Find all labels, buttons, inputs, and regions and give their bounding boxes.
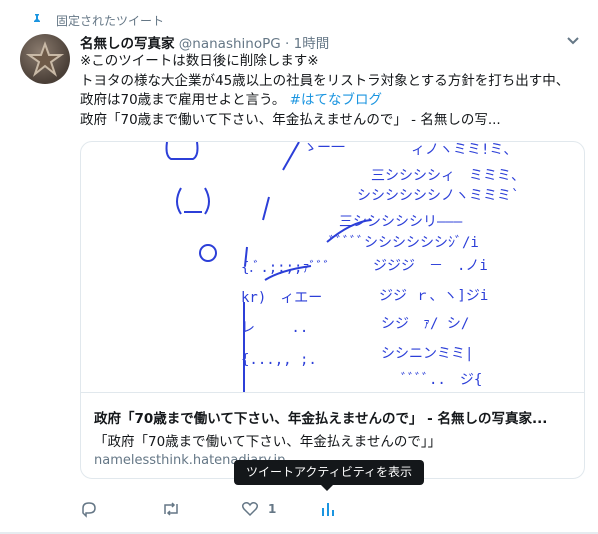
timestamp[interactable]: 1時間 xyxy=(294,36,330,52)
retweet-icon xyxy=(164,502,178,516)
user-handle[interactable]: @nanashinoPG xyxy=(179,36,281,52)
like-count: 1 xyxy=(268,502,277,516)
hashtag-link[interactable]: #はてなブログ xyxy=(290,92,382,108)
avatar[interactable] xyxy=(20,34,70,84)
tweet-line-2: トヨタの様な大企業が45歳以上の社員をリストラ対象とする方針を打ち出す中、 xyxy=(80,72,570,89)
tweet-header: 名無しの写真家 @nanashinoPG · 1時間 xyxy=(80,32,329,52)
card-image: ゝー一 ィノヽミミ!ミ、 三シシシシィ ミミミ、 シシシシシシノヽミミミ` 三シ… xyxy=(81,142,584,392)
analytics-icon xyxy=(322,503,334,516)
analytics-tooltip: ツイートアクティビティを表示 xyxy=(234,460,424,485)
heart-icon xyxy=(241,502,259,517)
pinned-tweet-label: 固定されたツイート xyxy=(34,12,165,29)
separator-dot: · xyxy=(285,36,290,52)
svg-text:ィノヽミミ!ミ、: ィノヽミミ!ミ、 xyxy=(411,142,517,158)
svg-text:{.ﾞ.;;;;ｧﾞﾞﾞ: {.ﾞ.;;;;ｧﾞﾞﾞ xyxy=(241,260,330,276)
card-title: 政府「70歳まで働いて下さい、年金払えませんので」 - 名無しの写真家... xyxy=(94,411,548,427)
tooltip-arrow xyxy=(321,485,333,491)
pinned-text: 固定されたツイート xyxy=(56,14,165,28)
svg-text:ゝー一: ゝー一 xyxy=(303,142,345,156)
card-description: 「政府「70歳まで働いて下さい、年金払えませんので」」 xyxy=(94,434,442,450)
svg-text:ﾞﾞﾞﾞ.. ジ{: ﾞﾞﾞﾞ.. ジ{ xyxy=(401,372,482,388)
svg-text:レ ..: レ .. xyxy=(241,320,308,336)
svg-text:三シシシシィ ミミミ、: 三シシシシィ ミミミ、 xyxy=(371,168,525,184)
reply-button[interactable] xyxy=(80,498,98,520)
tweet-actions: 1 xyxy=(80,498,380,520)
star-icon xyxy=(25,41,65,77)
svg-text:{...,, ;.: {...,, ;. xyxy=(241,352,317,368)
svg-text:ジジジ － .ノi: ジジジ － .ノi xyxy=(373,258,488,274)
retweet-button[interactable] xyxy=(161,498,181,520)
tweet-line-3: 政府は70歳まで雇用せよと言う。 #はてなブログ xyxy=(80,91,590,111)
svg-text:ジジ ｒ、ヽ]ジi: ジジ ｒ、ヽ]ジi xyxy=(379,288,488,304)
like-button[interactable]: 1 xyxy=(241,498,276,520)
tweet-line-3-text: 政府は70歳まで雇用せよと言う。 xyxy=(80,92,286,108)
chevron-down-icon[interactable] xyxy=(566,34,580,48)
analytics-button[interactable] xyxy=(320,498,336,520)
tweet-line-4: 政府「70歳まで働いて下さい、年金払えませんので」 - 名無しの写... xyxy=(80,111,501,128)
svg-text:三シシシシシリ―――: 三シシシシシリ――― xyxy=(339,214,463,230)
svg-text:シシニンミミ|: シシニンミミ| xyxy=(381,346,473,362)
ascii-art-image: ゝー一 ィノヽミミ!ミ、 三シシシシィ ミミミ、 シシシシシシノヽミミミ` 三シ… xyxy=(165,142,525,392)
display-name[interactable]: 名無しの写真家 xyxy=(80,36,175,52)
reply-icon xyxy=(82,502,96,518)
svg-text:kr) ィエー: kr) ィエー xyxy=(241,290,322,306)
tweet-text: ※このツイートは数日後に削除します※ トヨタの様な大企業が45歳以上の社員をリス… xyxy=(80,52,590,130)
svg-text:シジ ｧ/ シ/: シジ ｧ/ シ/ xyxy=(381,316,469,332)
link-card[interactable]: ゝー一 ィノヽミミ!ミ、 三シシシシィ ミミミ、 シシシシシシノヽミミミ` 三シ… xyxy=(80,141,585,479)
svg-text:ﾞﾞﾞﾞﾞシシシシシシｼﾞ/i: ﾞﾞﾞﾞﾞシシシシシシｼﾞ/i xyxy=(329,235,479,251)
tweet-line-1: ※このツイートは数日後に削除します※ xyxy=(80,53,319,69)
svg-text:シシシシシシノヽミミミ`: シシシシシシノヽミミミ` xyxy=(357,188,519,204)
pin-icon xyxy=(34,14,40,26)
